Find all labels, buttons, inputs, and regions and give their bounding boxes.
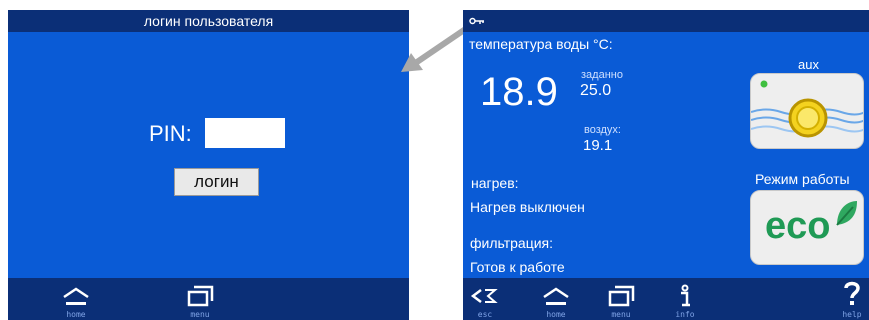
home-caption: home [546, 310, 566, 319]
esc-caption: esc [477, 310, 493, 319]
esc-button[interactable]: esc [465, 280, 505, 320]
help-icon [844, 281, 860, 305]
menu-caption: menu [611, 310, 631, 319]
info-button[interactable]: info [665, 280, 705, 320]
status-panel: температура воды °C: 18.9 заданно 25.0 в… [463, 10, 869, 320]
info-icon [681, 284, 690, 307]
login-panel: логин пользователя PIN: логин home menu [8, 10, 409, 320]
home-button[interactable]: home [536, 280, 576, 320]
water-temp-label: температура воды °C: [469, 36, 613, 52]
menu-icon [187, 285, 214, 307]
help-caption: help [842, 310, 862, 319]
filtration-label: фильтрация: [470, 235, 554, 251]
heating-label: нагрев: [471, 175, 519, 191]
back-icon [470, 289, 498, 303]
aux-label: aux [798, 57, 819, 72]
filtration-status: Готов к работе [470, 259, 565, 275]
home-caption: home [66, 310, 86, 319]
pin-label: PIN: [149, 121, 192, 146]
water-temp-value: 18.9 [480, 70, 558, 114]
login-button[interactable]: логин [174, 168, 259, 196]
aux-light-icon [751, 80, 863, 138]
air-temp-label: воздух: [584, 124, 621, 136]
help-button[interactable]: help [834, 280, 869, 320]
eco-mode-text: eco [765, 205, 831, 247]
menu-button[interactable]: menu [601, 280, 641, 320]
status-title-bar [463, 10, 869, 32]
home-icon [543, 287, 569, 305]
leaf-icon [836, 201, 857, 226]
pin-input[interactable] [205, 118, 285, 148]
air-temp-value: 19.1 [583, 137, 613, 154]
info-caption: info [675, 310, 695, 319]
setpoint-value: 25.0 [580, 82, 612, 99]
heating-status: Нагрев выключен [470, 199, 585, 215]
menu-icon [608, 285, 635, 307]
home-icon [63, 287, 89, 305]
menu-caption: menu [190, 310, 210, 319]
aux-tile-button[interactable] [750, 73, 864, 149]
status-bottom-bar: esc home menu info help [463, 278, 869, 320]
login-title: логин пользователя [8, 10, 409, 32]
mode-label: Режим работы [755, 171, 850, 187]
mode-tile-button[interactable]: eco [750, 190, 864, 265]
login-bottom-bar: home menu [8, 278, 409, 320]
home-button[interactable]: home [56, 280, 96, 320]
menu-button[interactable]: menu [180, 280, 220, 320]
setpoint-label: заданно [581, 69, 623, 81]
key-icon [469, 17, 484, 25]
